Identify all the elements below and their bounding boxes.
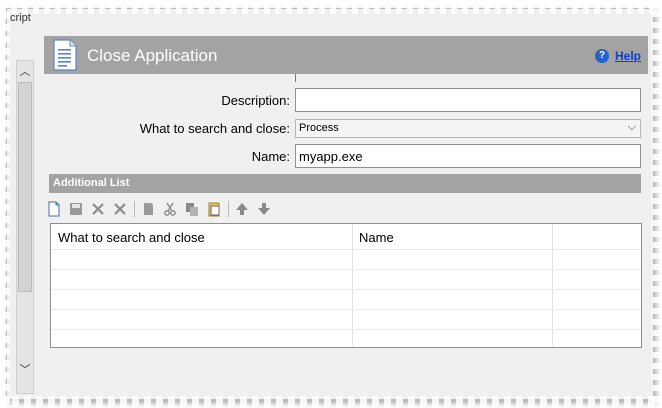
scroll-down-icon[interactable]: ﹀ [16, 362, 34, 378]
paste-icon[interactable] [206, 201, 222, 217]
what-to-search-label: What to search and close: [139, 121, 290, 136]
panel-header: Close Application ? Help [44, 36, 648, 74]
side-panel-label: cript [10, 12, 31, 24]
toolbar-separator-2 [228, 201, 229, 217]
panel-title: Close Application [87, 46, 218, 65]
document-icon [53, 39, 77, 71]
additional-list-header: Additional List [49, 174, 641, 193]
help-link[interactable]: Help [615, 49, 641, 63]
torn-edge-bottom [0, 396, 662, 408]
delete-all-icon[interactable] [112, 201, 128, 217]
additional-list-title: Additional List [53, 177, 130, 189]
new-icon[interactable] [46, 201, 62, 217]
close-application-panel: Close Application ? Help Description: Wh… [44, 36, 648, 396]
side-scrollbar-thumb[interactable] [18, 82, 32, 292]
cut-icon[interactable] [162, 201, 178, 217]
table-row[interactable] [51, 309, 641, 310]
description-label: Description: [221, 93, 290, 108]
description-field[interactable] [295, 88, 641, 112]
column-header-name[interactable]: Name [359, 230, 394, 245]
save-icon[interactable] [68, 201, 84, 217]
what-to-search-select[interactable]: Process ⌵ [295, 119, 641, 138]
copy-duplicate-icon[interactable] [184, 201, 200, 217]
move-up-icon[interactable] [234, 201, 250, 217]
scroll-up-icon[interactable]: ︿ [16, 64, 34, 80]
table-row[interactable] [51, 269, 641, 270]
help-icon[interactable]: ? [595, 49, 609, 63]
torn-edge-top [0, 0, 662, 14]
name-field[interactable] [295, 144, 641, 168]
torn-edge-right [652, 0, 662, 408]
additional-list-grid[interactable]: What to search and close Name [50, 223, 642, 348]
table-row[interactable] [51, 289, 641, 290]
table-row[interactable] [51, 329, 641, 330]
left-side-panel: cript ︿ ﹀ [10, 10, 40, 396]
divider-tick [295, 74, 296, 82]
list-toolbar [44, 199, 304, 219]
torn-edge-left [0, 0, 10, 408]
move-down-icon[interactable] [256, 201, 272, 217]
what-to-search-value: Process [299, 122, 339, 134]
name-label: Name: [251, 149, 290, 164]
chevron-down-icon[interactable]: ⌵ [628, 121, 636, 134]
delete-icon[interactable] [90, 201, 106, 217]
column-header-what[interactable]: What to search and close [58, 230, 205, 245]
copy-icon[interactable] [140, 201, 156, 217]
toolbar-separator [134, 201, 135, 217]
